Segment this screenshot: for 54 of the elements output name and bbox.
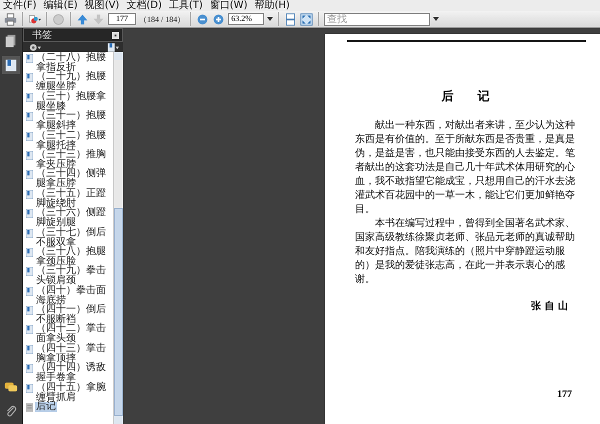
bookmark-icon (26, 73, 33, 82)
zoom-in-icon[interactable] (212, 12, 226, 26)
bookmark-icon (26, 267, 33, 276)
bookmark-icon (26, 132, 33, 141)
scrollbar[interactable] (113, 52, 123, 424)
caret-icon[interactable] (267, 17, 274, 21)
printer-icon[interactable] (4, 12, 17, 26)
document-colors-icon[interactable] (28, 12, 41, 26)
paragraph: 献出一种东西，对献出者来讲，至少认为这种东西是有价值的。至于所献东西是否贵重，是真是伪，是益是害，也只能由接受东西的人去鉴定。笔者献出的这套功法是自己几十年武术体用研究的心血，我不敢指望它能成宝，只想用自己的汗水去浇灌武术百花园中的一草一木，能让它们更加鲜艳夺目。 (355, 119, 576, 217)
page-heading: 后 记 (440, 88, 490, 105)
bookmark-item[interactable]: （三十一）抱腰拿腿斜摔 (35, 111, 113, 132)
scroll-thumb[interactable] (114, 208, 123, 416)
menu-item[interactable]: 工具(T) (168, 0, 203, 11)
page-icon (26, 403, 33, 412)
bookmark-icon (26, 150, 33, 160)
page-count: （184 / 184） (139, 14, 186, 24)
bookmark-icon (26, 248, 33, 257)
gear-icon[interactable] (29, 42, 41, 52)
bookmark-icon (26, 92, 33, 102)
page-number-field[interactable]: 177 (108, 13, 136, 25)
bookmark-icon (26, 384, 33, 393)
bookmark-item[interactable]: 后记 (35, 402, 57, 412)
new-bookmark-icon[interactable] (107, 42, 119, 52)
bookmark-icon (26, 364, 33, 374)
options-icon[interactable] (112, 32, 119, 38)
bookmark-icon (26, 190, 33, 199)
menu-item[interactable]: 帮助(H) (254, 0, 290, 11)
bookmark-item[interactable]: （三十四）侧弹腿拿压脖 (35, 169, 113, 190)
bookmark-item[interactable]: （三十九）拳击头锁肩颈 (35, 266, 113, 286)
bookmark-icon (26, 228, 33, 238)
bookmark-icon (26, 112, 33, 122)
bookmark-icon (26, 306, 33, 316)
panel-title: 书签 (32, 28, 52, 42)
bookmark-icon (26, 325, 33, 334)
up-arrow-icon[interactable] (76, 12, 89, 26)
menu-item[interactable]: 编辑(E) (44, 0, 78, 11)
paragraph: 本书在编写过程中，曾得到全国著名武术家、国家高级教练徐聚贞老师、张品元老师的真诚帮助和友好指点。陪我演练的（照片中穿静蹬运动服的）是我的爱徒张志高，在此一并表示衷心的感谢。 (355, 217, 576, 287)
bookmark-icon[interactable] (2, 56, 20, 74)
zoom-out-icon[interactable] (196, 12, 210, 26)
caret-icon[interactable] (433, 17, 440, 21)
search-field[interactable]: 查找 (324, 12, 430, 26)
page-number: 177 (556, 389, 573, 400)
bookmark-item[interactable]: （二十九）抱腰缠腿坐脖 (35, 72, 113, 92)
author-signature: 张 自 山 (530, 300, 569, 313)
zoom-field[interactable]: 63.2% (228, 13, 264, 25)
menu-item[interactable]: 视图(V) (84, 0, 120, 11)
bookmark-icon (26, 209, 33, 218)
fit-page-icon[interactable] (284, 12, 298, 26)
bookmark-icon (26, 286, 33, 296)
bookmark-icon (26, 344, 33, 354)
bookmark-icon (26, 170, 33, 180)
full-screen-icon[interactable] (300, 12, 314, 26)
bookmark-icon (26, 54, 33, 63)
bookmark-item[interactable]: （三十六）侧蹬脚旋别腿 (35, 208, 113, 228)
